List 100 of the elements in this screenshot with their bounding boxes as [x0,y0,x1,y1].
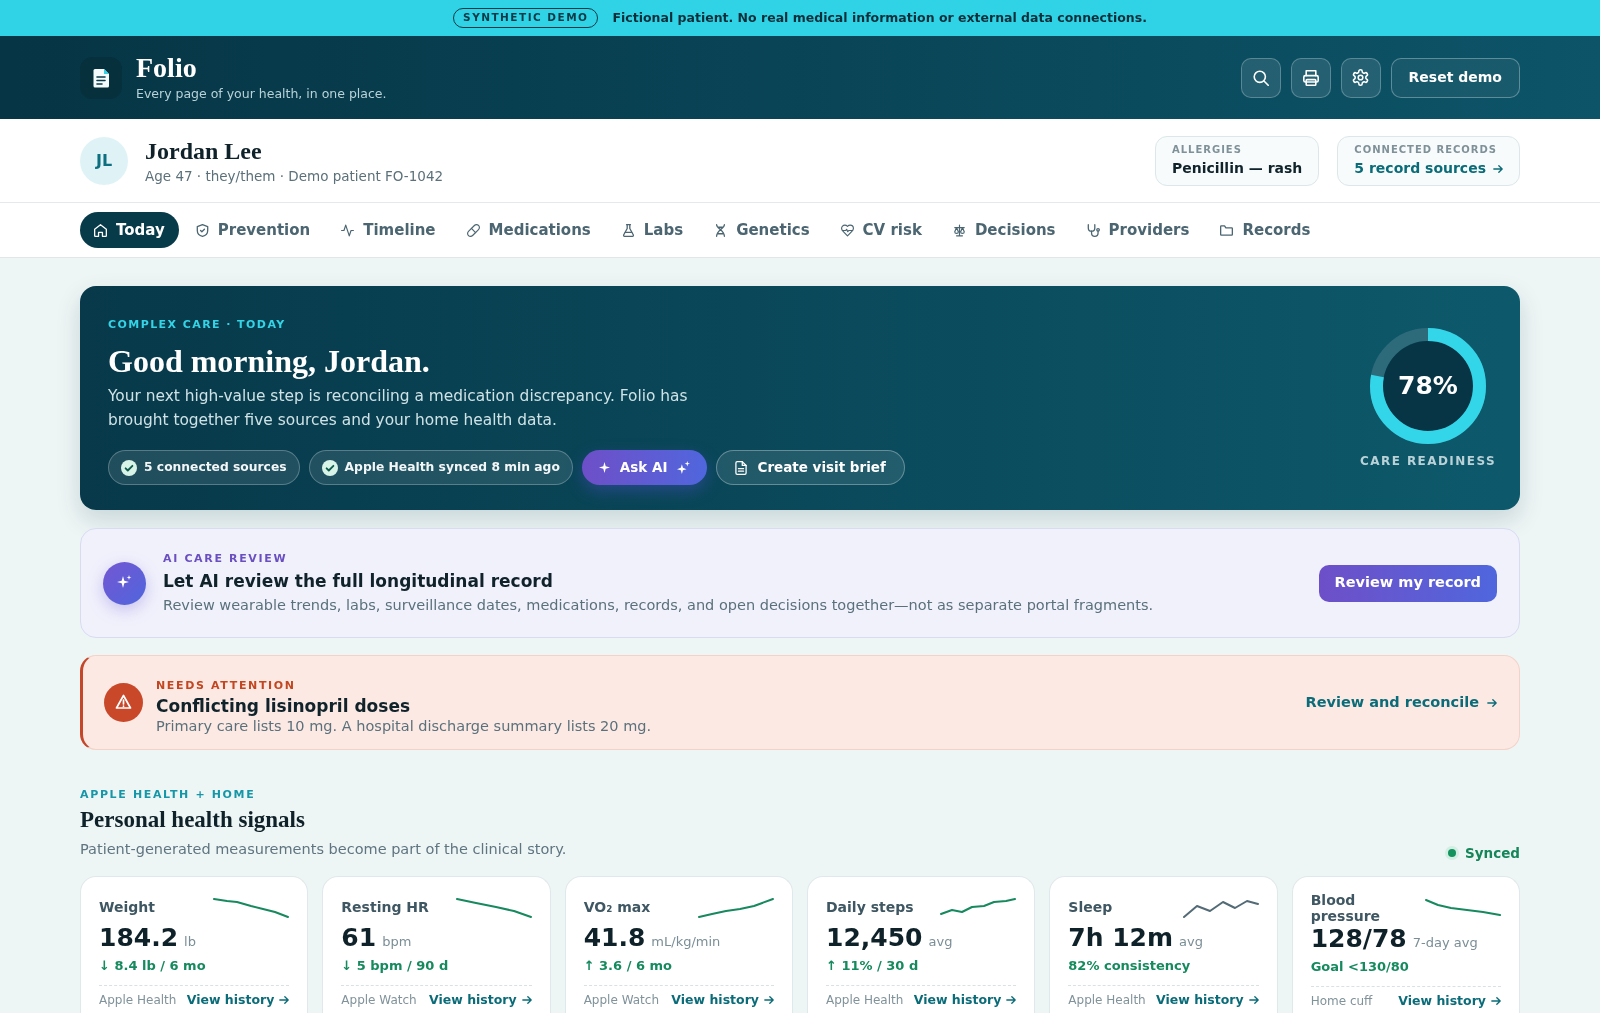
signal-source: Home cuff [1310,994,1373,1008]
nav-tab[interactable]: Decisions [938,212,1070,248]
signal-source: Apple Health [99,993,177,1007]
section-title: Personal health signals [80,806,306,834]
signal-source: Apple Health [1068,993,1146,1007]
attention-title: Conflicting lisinopril doses [156,695,412,717]
view-history-link[interactable]: View history [186,993,290,1007]
flask-icon [621,223,635,237]
banner-message: Fictional patient. No real medical information or external data connections. [612,8,1147,27]
folder-icon [1220,223,1234,237]
signal-change: ↑ 3.6 / 6 mo [583,957,673,975]
arrow-right-icon [1493,163,1503,174]
avatar-initials: JL [80,136,128,185]
scale-icon [952,223,966,237]
attention-text: Primary care lists 10 mg. A hospital discharge summary lists 20 mg. [156,717,653,735]
check-circle-icon [121,459,137,476]
check-circle-icon [321,459,338,476]
nav-tab[interactable]: Providers [1072,212,1204,248]
print-button[interactable] [1290,57,1331,98]
warning-icon [104,683,143,722]
signal-unit: avg [928,934,953,950]
view-history-link[interactable]: View history [429,993,532,1007]
signal-change: ↓ 8.4 lb / 6 mo [99,957,207,975]
ai-review-title: Let AI review the full longitudinal record [163,570,554,592]
search-button[interactable] [1240,57,1281,98]
signal-label: Daily steps [826,900,914,916]
home-icon [94,223,107,237]
nav-tab[interactable]: Timeline [327,212,450,248]
signal-value: 41.8 [583,923,646,953]
allergy-value: Penicillin — rash [1171,159,1303,178]
status-label: Apple Health synced 8 min ago [344,459,560,477]
reset-demo-button[interactable]: Reset demo [1390,57,1520,98]
app-title: Folio [136,52,198,83]
pulse-line-icon [341,223,355,237]
signal-source: Apple Watch [341,993,417,1007]
signal-unit: avg [1179,934,1203,950]
nav-tab[interactable]: Medications [452,212,605,248]
sync-status: Synced [1465,844,1520,862]
signal-change: ↓ 5 bpm / 90 d [341,957,450,975]
stethoscope-icon [1086,223,1100,237]
nav-tab[interactable]: Genetics [700,212,824,248]
signal-value: 61 [341,923,377,953]
printer-icon [1302,69,1319,86]
patient-name: Jordan Lee [145,136,263,165]
signal-unit: mL/kg/min [651,934,721,950]
nav-tab[interactable]: Labs [607,212,698,248]
settings-button[interactable] [1340,57,1381,98]
ask-ai-button[interactable]: Ask AI [581,450,708,485]
reconcile-link[interactable]: Review and reconcile [1305,691,1497,714]
arrow-right-icon [1487,697,1497,708]
arrow-right-icon [1006,995,1017,1005]
view-history-link[interactable]: View history [913,993,1017,1007]
visit-brief-button[interactable]: Create visit brief [716,450,905,485]
sparkle-icon [103,561,146,605]
signal-value: 12,450 [826,923,923,953]
app-tagline: Every page of your health, in one place. [136,84,387,103]
arrow-right-icon [764,995,774,1005]
review-record-button[interactable]: Review my record [1318,564,1497,602]
signal-value: 184.2 [99,923,179,953]
signal-unit: 7-day avg [1412,935,1478,951]
signal-label: Sleep [1068,900,1113,916]
view-history-link[interactable]: View history [671,993,774,1007]
attention-eyebrow: NEEDS ATTENTION [156,678,297,693]
signal-unit: bpm [382,934,412,950]
signal-change: ↑ 11% / 30 d [826,957,920,975]
nav-tab[interactable]: Prevention [181,212,325,248]
signal-label: Resting HR [341,900,429,916]
signal-source: Apple Watch [583,993,659,1007]
connected-records-label: CONNECTED RECORDS [1354,143,1499,157]
pill-icon [466,223,480,237]
sparkle-icon [598,462,610,473]
hero-title: Good morning, Jordan. [108,343,431,379]
allergy-label: ALLERGIES [1171,143,1243,157]
section-eyebrow: APPLE HEALTH + HOME [80,787,257,803]
document-logo-icon [80,56,122,99]
arrow-right-icon [279,995,290,1005]
sparkles-icon [677,461,691,474]
hero-eyebrow: COMPLEX CARE · TODAY [108,317,287,333]
readiness-percentage: 78% [1398,369,1458,402]
search-icon [1252,69,1269,86]
signal-unit: lb [184,934,196,950]
signal-change: 82% consistency [1068,957,1192,975]
settings-icon [1352,69,1370,86]
arrow-right-icon [1248,995,1259,1005]
dna-icon [714,223,728,237]
nav-tab[interactable]: Today [80,212,179,248]
hero-text: Your next high-value step is reconciling a medication discrepancy. Folio has brought together five sources and your home health data. [108,386,689,431]
nav-tab[interactable]: CV risk [826,212,936,248]
nav-tab[interactable]: Records [1206,212,1325,248]
view-history-link[interactable]: View history [1398,994,1501,1008]
signal-change: Goal <130/80 [1310,958,1410,976]
record-sources-link[interactable]: 5 record sources [1354,159,1503,178]
arrow-right-icon [1491,996,1501,1006]
readiness-label: CARE READINESS [1360,452,1496,469]
view-history-link[interactable]: View history [1156,993,1259,1007]
signal-label: VO₂ max [583,900,651,916]
ai-review-text: Review wearable trends, labs, surveillance dates, medications, records, and open decisions together—not as separate portal fragments. [163,596,1155,615]
shield-check-icon [195,223,209,237]
signal-value: 128/78 [1310,924,1407,954]
ai-review-eyebrow: AI CARE REVIEW [163,551,289,566]
